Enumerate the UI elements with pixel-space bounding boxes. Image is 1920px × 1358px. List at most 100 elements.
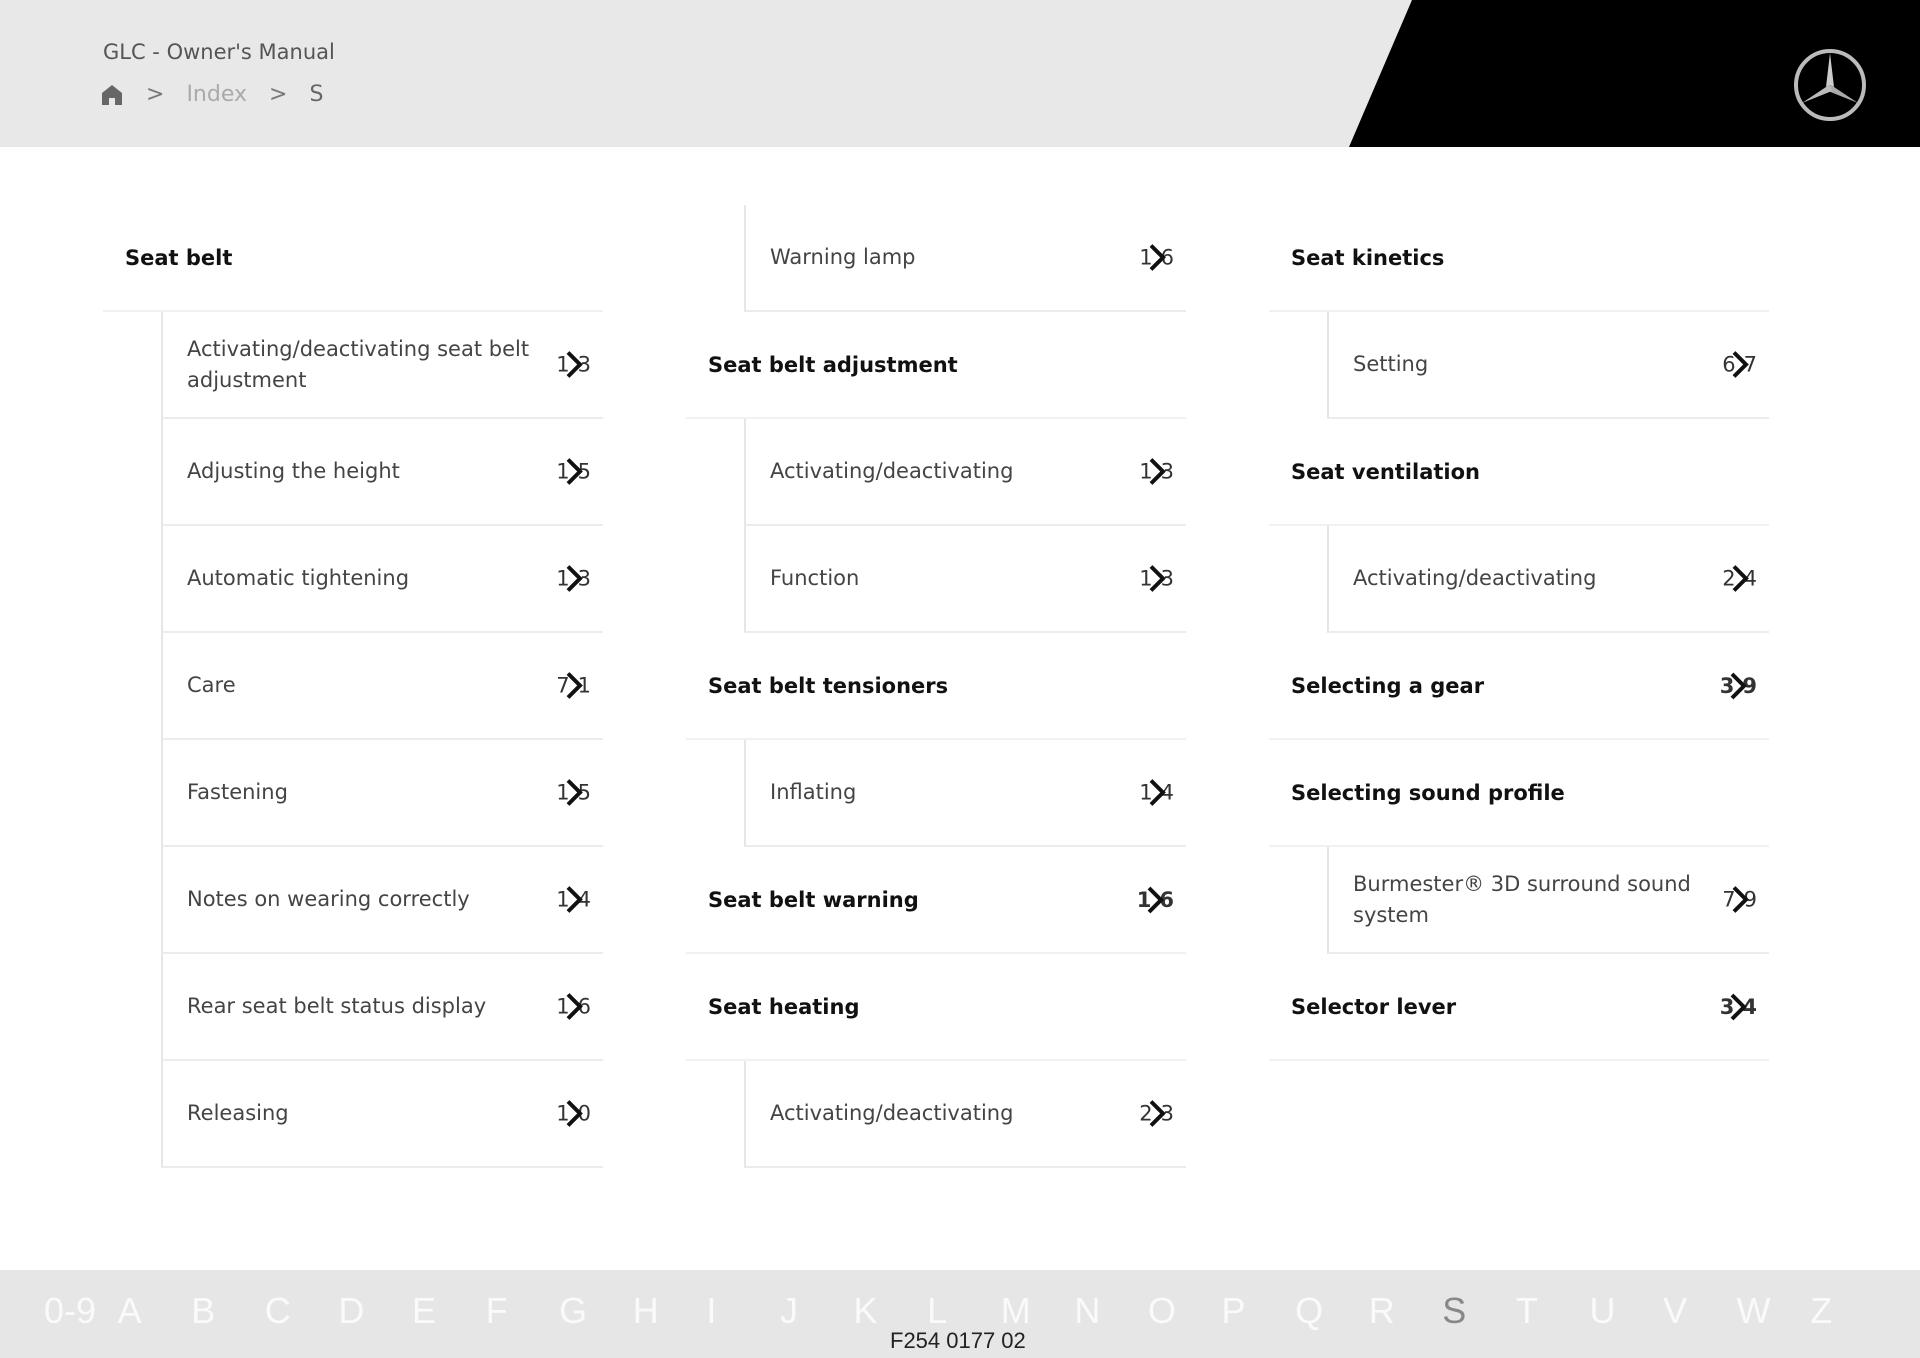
chevron-right-icon: [1730, 565, 1750, 593]
index-entry[interactable]: Fastening 1 5: [161, 740, 603, 847]
entry-label: Seat belt: [125, 245, 233, 270]
page-link[interactable]: 13: [556, 563, 591, 594]
index-heading: Seat belt: [103, 205, 603, 312]
chevron-right-icon: [564, 672, 584, 700]
index-entry[interactable]: Rear seat belt status display 1 6: [161, 954, 603, 1061]
index-entry[interactable]: Activating/deactivating 1 3: [744, 419, 1186, 526]
breadcrumb-index[interactable]: Index: [186, 82, 247, 107]
entry-label: Releasing: [187, 1101, 289, 1125]
header: GLC - Owner's Manual > Index > S: [0, 0, 1920, 147]
page-link[interactable]: 15: [556, 777, 591, 808]
entry-label: Adjusting the height: [187, 459, 400, 483]
page-link[interactable]: 23: [1139, 1098, 1174, 1129]
alphabet-letter-a[interactable]: A: [118, 1290, 192, 1332]
alphabet-letter-q[interactable]: Q: [1295, 1290, 1369, 1332]
index-entry[interactable]: Warning lamp 1 6: [744, 205, 1186, 312]
index-entry[interactable]: Adjusting the height 1 5: [161, 419, 603, 526]
index-entry[interactable]: Care 7 1: [161, 633, 603, 740]
index-entry[interactable]: Automatic tightening 1 3: [161, 526, 603, 633]
alphabet-letter-b[interactable]: B: [191, 1290, 265, 1332]
page-link[interactable]: 79: [1722, 884, 1757, 915]
alphabet-letter-h[interactable]: H: [633, 1290, 707, 1332]
mercedes-star-icon[interactable]: [1792, 47, 1868, 123]
index-entry[interactable]: Burmester® 3D surround sound system 7 9: [1327, 847, 1769, 954]
index-entry[interactable]: Releasing 1 0: [161, 1061, 603, 1168]
chevron-right-icon: [564, 351, 584, 379]
chevron-right-icon: [564, 1100, 584, 1128]
index-entry[interactable]: Activating/deactivating seat belt adjust…: [161, 312, 603, 419]
index-heading[interactable]: Selector lever 3 4: [1269, 954, 1769, 1061]
entry-label: Selecting a gear: [1291, 673, 1485, 698]
chevron-right-icon: [1147, 1100, 1167, 1128]
alphabet-letter-e[interactable]: E: [412, 1290, 486, 1332]
alphabet-letter-p[interactable]: P: [1222, 1290, 1296, 1332]
alphabet-letter-l[interactable]: L: [927, 1290, 1001, 1332]
entry-label: Function: [770, 566, 860, 590]
page-link[interactable]: 24: [1722, 563, 1757, 594]
alphabet-letter-f[interactable]: F: [486, 1290, 560, 1332]
alphabet-letter-v[interactable]: V: [1663, 1290, 1737, 1332]
page-link[interactable]: 16: [1137, 886, 1174, 914]
page-link[interactable]: 71: [556, 670, 591, 701]
entry-label: Care: [187, 673, 236, 697]
page-link[interactable]: 14: [556, 884, 591, 915]
index-heading: Seat heating: [686, 954, 1186, 1061]
alphabet-letter-o[interactable]: O: [1148, 1290, 1222, 1332]
index-entry[interactable]: Setting 6 7: [1327, 312, 1769, 419]
alphabet-letter-g[interactable]: G: [559, 1290, 633, 1332]
chevron-right-icon: [1147, 458, 1167, 486]
page-link[interactable]: 13: [1139, 563, 1174, 594]
chevron-right-icon: [1728, 672, 1748, 700]
alphabet-letter-u[interactable]: U: [1589, 1290, 1663, 1332]
alphabet-letter-0-9[interactable]: 0-9: [44, 1290, 118, 1332]
alphabet-letter-r[interactable]: R: [1369, 1290, 1443, 1332]
entry-label: Automatic tightening: [187, 566, 410, 590]
page-link[interactable]: 67: [1722, 349, 1757, 380]
alphabet-letter-z[interactable]: Z: [1810, 1290, 1884, 1332]
index-entry[interactable]: Function 1 3: [744, 526, 1186, 633]
alphabet-letter-m[interactable]: M: [1001, 1290, 1075, 1332]
alphabet-letter-c[interactable]: C: [265, 1290, 339, 1332]
chevron-right-icon: [1145, 886, 1165, 914]
alphabet-letter-d[interactable]: D: [338, 1290, 412, 1332]
index-entry[interactable]: Notes on wearing correctly 1 4: [161, 847, 603, 954]
page-link[interactable]: 14: [1139, 777, 1174, 808]
alphabet-letter-k[interactable]: K: [854, 1290, 928, 1332]
alphabet-letter-i[interactable]: I: [706, 1290, 780, 1332]
index-entry[interactable]: Activating/deactivating 2 4: [1327, 526, 1769, 633]
page-link[interactable]: 10: [556, 1098, 591, 1129]
index-column-1: Seat belt Activating/deactivating seat be…: [103, 205, 603, 1168]
page-link[interactable]: 16: [556, 991, 591, 1022]
entry-label: Activating/deactivating: [1353, 566, 1597, 590]
alphabet-letters: 0-9 A B C D E F G H I J K L M N O P Q R S T U V W Z: [44, 1290, 1884, 1332]
alphabet-letter-j[interactable]: J: [780, 1290, 854, 1332]
entry-label: Inflating: [770, 780, 857, 804]
chevron-right-icon: [564, 458, 584, 486]
home-icon[interactable]: [100, 84, 124, 106]
index-column-2: Warning lamp 1 6 Seat belt adjustment Activa…: [686, 205, 1186, 1168]
index-entry[interactable]: Activating/deactivating 2 3: [744, 1061, 1186, 1168]
chevron-right-icon: [1147, 779, 1167, 807]
alphabet-letter-w[interactable]: W: [1737, 1290, 1811, 1332]
document-code: F254 0177 02: [890, 1328, 1026, 1353]
index-entry[interactable]: Inflating 1 4: [744, 740, 1186, 847]
page-link[interactable]: 34: [1720, 993, 1757, 1021]
index-heading[interactable]: Seat belt warning 1 6: [686, 847, 1186, 954]
entry-label: Seat ventilation: [1291, 459, 1480, 484]
chevron-right-icon: >: [269, 82, 288, 107]
page-link[interactable]: 16: [1139, 242, 1174, 273]
entry-label: Seat heating: [708, 994, 860, 1019]
alphabet-letter-s[interactable]: S: [1442, 1290, 1516, 1332]
manual-title: GLC - Owner's Manual: [103, 40, 335, 64]
index-heading[interactable]: Selecting a gear 3 9: [1269, 633, 1769, 740]
chevron-right-icon: >: [146, 82, 165, 107]
index-heading: Seat ventilation: [1269, 419, 1769, 526]
page-link[interactable]: 13: [1139, 456, 1174, 487]
page-link[interactable]: 15: [556, 456, 591, 487]
page-link[interactable]: 39: [1720, 672, 1757, 700]
index-heading: Selecting sound profile: [1269, 740, 1769, 847]
page-link[interactable]: 13: [556, 349, 591, 380]
chevron-right-icon: [1730, 351, 1750, 379]
alphabet-letter-t[interactable]: T: [1516, 1290, 1590, 1332]
alphabet-letter-n[interactable]: N: [1074, 1290, 1148, 1332]
